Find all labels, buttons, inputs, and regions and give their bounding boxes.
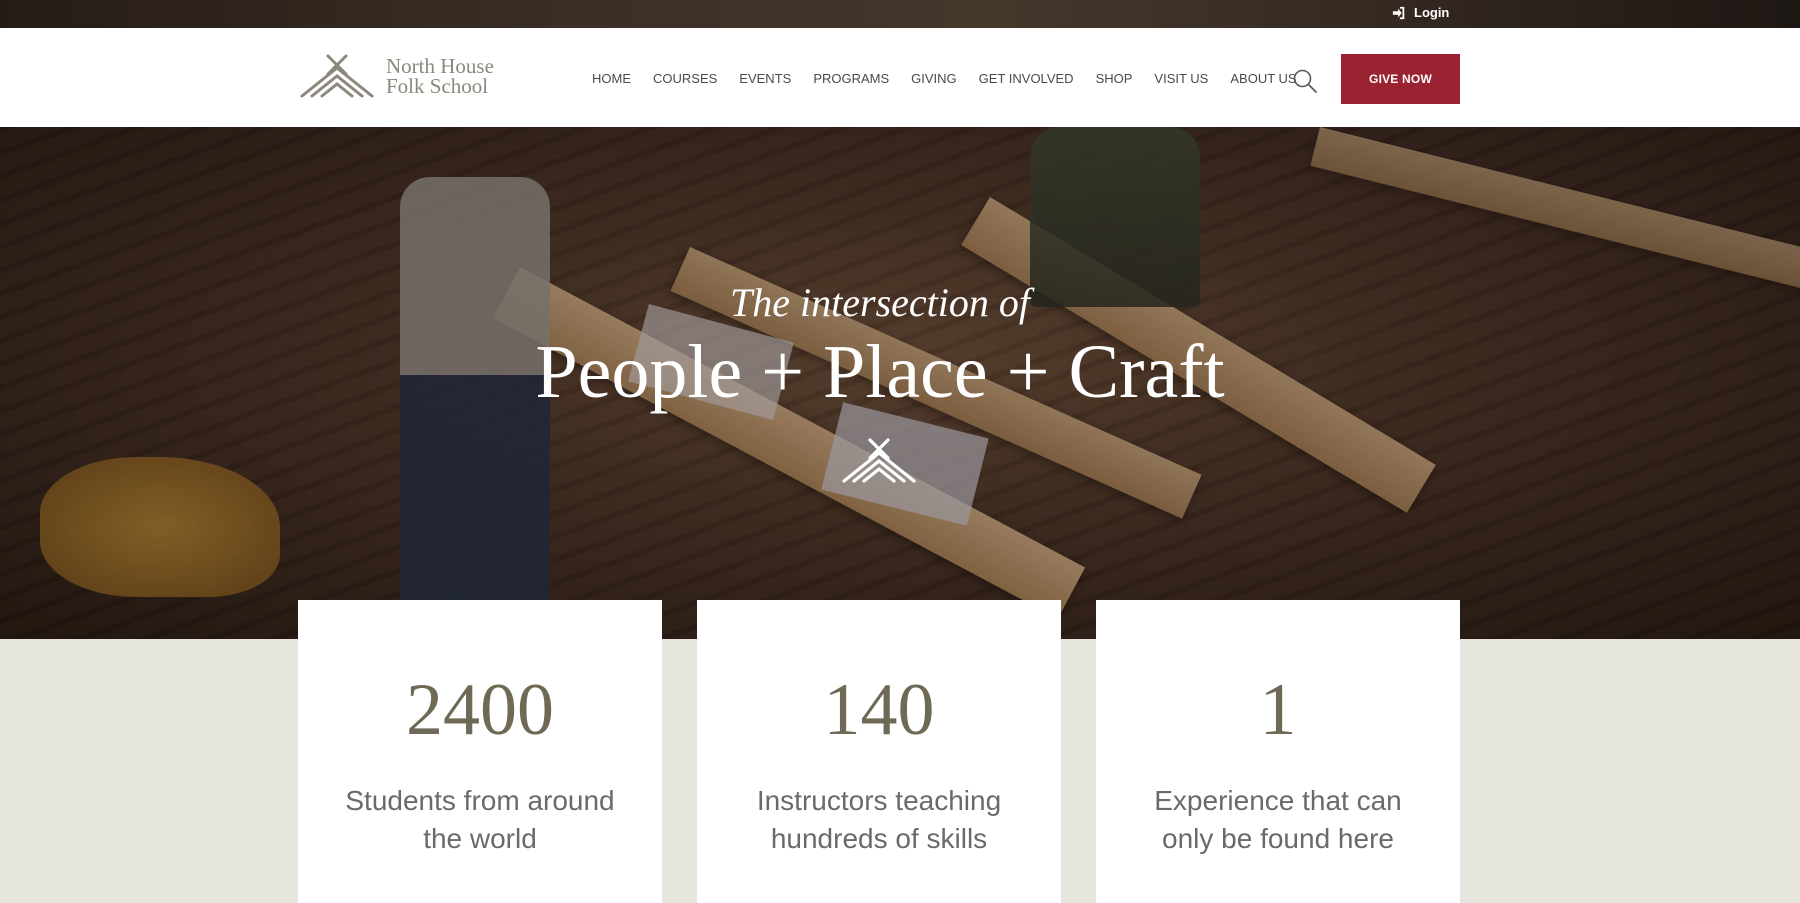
logo-line-2: Folk School	[386, 74, 489, 98]
nav-courses[interactable]: COURSES	[653, 71, 717, 86]
stat-number: 2400	[406, 669, 554, 751]
login-label: Login	[1414, 5, 1450, 20]
nav-giving[interactable]: GIVING	[911, 71, 957, 86]
stat-label: Students from around the world	[345, 785, 615, 854]
site-header: North House Folk School HOME COURSES EVE…	[0, 28, 1800, 127]
utility-bar: Login	[0, 0, 1800, 28]
stat-card-students: 2400 Students from around the world	[298, 600, 662, 903]
give-now-button[interactable]: GIVE NOW	[1341, 54, 1460, 104]
nav-visit-us[interactable]: VISIT US	[1154, 71, 1208, 86]
nav-events[interactable]: EVENTS	[739, 71, 791, 86]
login-link[interactable]: Login	[1392, 5, 1449, 20]
hero-banner: The intersection of People + Place + Cra…	[0, 127, 1800, 639]
search-icon[interactable]	[1292, 68, 1318, 94]
nav-programs[interactable]: PROGRAMS	[813, 71, 889, 86]
stat-label: Instructors teaching hundreds of skills	[756, 785, 1002, 854]
sign-in-icon	[1392, 6, 1405, 19]
utility-bar-overlay	[0, 0, 1800, 28]
nav-shop[interactable]: SHOP	[1096, 71, 1133, 86]
north-house-logo-mark-icon	[300, 54, 374, 98]
logo-wordmark: North House Folk School	[386, 54, 494, 98]
stat-card-instructors: 140 Instructors teaching hundreds of ski…	[697, 600, 1061, 903]
site-logo[interactable]: North House Folk School	[298, 54, 494, 98]
nav-home[interactable]: HOME	[592, 71, 631, 86]
hero-subtitle: The intersection of	[730, 280, 1030, 325]
stat-number: 140	[823, 669, 935, 751]
north-house-logo-mark-icon	[842, 438, 916, 483]
main-nav: HOME COURSES EVENTS PROGRAMS GIVING GET …	[592, 71, 1319, 86]
nav-about-us[interactable]: ABOUT US	[1230, 71, 1296, 86]
stat-card-experience: 1 Experience that can only be found here	[1096, 600, 1460, 903]
nav-get-involved[interactable]: GET INVOLVED	[979, 71, 1074, 86]
hero-title: People + Place + Craft	[535, 330, 1225, 414]
stat-label: Experience that can only be found here	[1154, 785, 1402, 854]
logo-line-1: North House	[386, 54, 494, 78]
stat-number: 1	[1259, 669, 1297, 751]
